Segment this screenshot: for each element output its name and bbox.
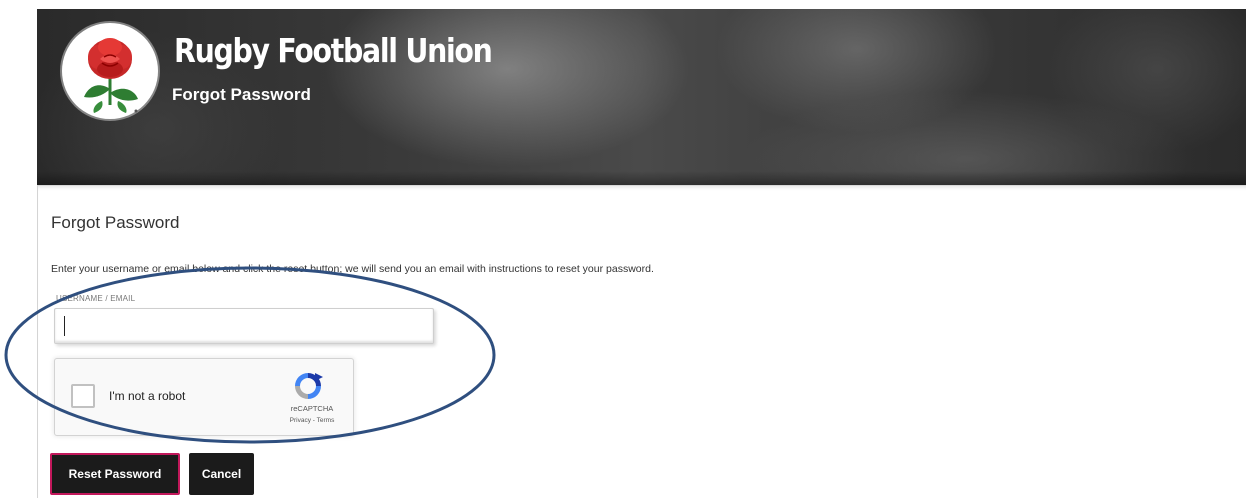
recaptcha-label: I'm not a robot bbox=[109, 389, 186, 403]
panel-title: Forgot Password bbox=[51, 213, 180, 232]
header-banner: Rugby Football Union Forgot Password bbox=[37, 9, 1246, 185]
recaptcha-checkbox[interactable] bbox=[71, 384, 95, 408]
username-email-input[interactable] bbox=[54, 308, 434, 344]
page-subtitle: Forgot Password bbox=[172, 85, 311, 104]
brand-title: Rugby Football Union bbox=[174, 31, 493, 70]
cancel-button[interactable]: Cancel bbox=[189, 453, 254, 495]
recaptcha-icon bbox=[295, 373, 323, 399]
username-email-label: USERNAME / EMAIL bbox=[56, 294, 136, 303]
rfu-rose-logo-icon bbox=[62, 23, 158, 119]
instructions-text: Enter your username or email below and c… bbox=[51, 263, 654, 275]
recaptcha-privacy-terms-links[interactable]: Privacy - Terms bbox=[277, 417, 347, 424]
recaptcha-brand: reCAPTCHA bbox=[290, 404, 334, 413]
text-cursor bbox=[64, 316, 65, 336]
forgot-password-panel: Forgot Password Enter your username or e… bbox=[37, 185, 1246, 498]
recaptcha-widget: I'm not a robot reCAPTCHA Privacy - Term… bbox=[54, 358, 354, 436]
reset-password-button[interactable]: Reset Password bbox=[50, 453, 180, 495]
